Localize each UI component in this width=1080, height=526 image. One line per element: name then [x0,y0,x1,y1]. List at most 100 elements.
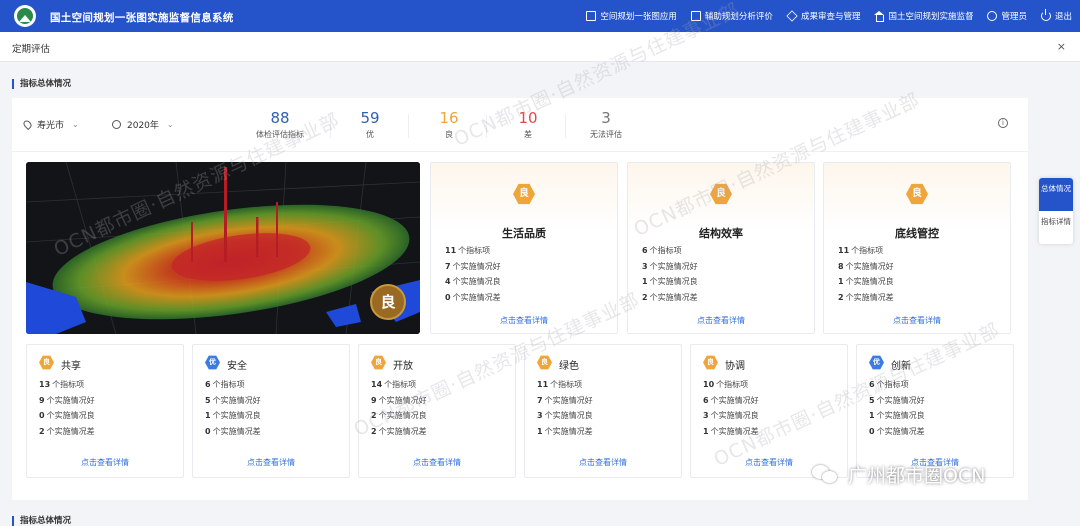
card-stats: 10 个指标项 6 个实施情况好 3 个实施情况良 1 个实施情况差 [703,377,759,439]
stat-label: 个实施情况良 [876,411,925,420]
stat-fair: 2 [371,411,377,420]
year-select[interactable]: 2020年 ⌄ [112,118,174,131]
stat-good: 5 [869,395,875,405]
nav-label: 辅助规划分析评价 [704,12,773,22]
divider [408,114,409,138]
city-3d-map[interactable]: 良 [26,162,420,334]
stat-label: 个实施情况良 [710,411,759,420]
stat-total: 11 [537,380,549,389]
kpi-excellent: 59 优 [335,110,405,140]
stat-label: 个指标项 [550,380,583,389]
card-stats: 11 个指标项 7 个实施情况好 4 个实施情况良 0 个实施情况差 [445,243,501,305]
stat-poor: 1 [703,426,709,436]
grade-hex-icon: 良 [513,183,535,205]
grade-hex-icon: 良 [703,355,718,370]
stat-poor: 1 [537,426,543,436]
stat-fair: 1 [205,411,211,420]
nav-label: 退出 [1054,12,1072,22]
view-details-link[interactable]: 点击查看详情 [359,457,515,468]
stat-label: 个实施情况差 [212,426,261,436]
divider [330,114,331,138]
info-icon[interactable]: i [998,118,1008,128]
nav-supervision[interactable]: 国土空间规划实施监督 [874,10,973,22]
card-title: 生活品质 [502,227,546,240]
map-icon [586,11,597,21]
view-details-link[interactable]: 点击查看详情 [27,457,183,468]
kpi-label: 无法评估 [590,130,622,139]
stat-fair: 3 [537,411,543,420]
divider [565,114,566,138]
card-stats: 6 个指标项 5 个实施情况好 1 个实施情况良 0 个实施情况差 [205,377,261,439]
stat-label: 个实施情况好 [212,395,261,405]
view-details-link[interactable]: 点击查看详情 [628,315,814,326]
stat-good: 8 [838,261,844,271]
dimension-card-life-quality: 良 生活品质 11 个指标项 7 个实施情况好 4 个实施情况良 0 个实施情况差 点击… [430,162,618,334]
stat-label: 个实施情况良 [544,411,593,420]
card-title: 开放 [393,361,413,372]
nav-label: 国土空间规划实施监督 [888,12,974,22]
stat-total: 11 [445,246,457,255]
stat-label: 个指标项 [52,380,85,389]
kpi-value: 16 [439,109,459,127]
nav-analysis[interactable]: 辅助规划分析评价 [690,10,773,22]
stat-total: 6 [642,246,648,255]
close-icon[interactable]: × [1057,40,1066,53]
stat-poor: 2 [39,426,45,436]
view-details-link[interactable]: 点击查看详情 [824,315,1010,326]
stat-fair: 1 [838,277,844,286]
side-tab-switcher: 总体情况 指标详情 [1039,178,1073,244]
nav-label: 空间规划一张图应用 [600,12,677,22]
cube-icon [786,10,798,22]
stat-label: 个指标项 [716,380,749,389]
card-title: 绿色 [559,361,579,372]
stat-label: 个实施情况良 [378,411,427,420]
nav-logout[interactable]: 退出 [1040,9,1072,22]
tab-periodic-evaluation[interactable]: 定期评估 [12,41,50,55]
view-details-link[interactable]: 点击查看详情 [431,315,617,326]
card-stats: 13 个指标项 9 个实施情况好 0 个实施情况良 2 个实施情况差 [39,377,95,439]
stat-total: 6 [205,380,211,389]
top-header: 国土空间规划一张图实施监督信息系统 空间规划一张图应用 辅助规划分析评价 成果审… [0,0,1080,32]
stat-good: 6 [703,395,709,405]
stat-label: 个指标项 [876,380,909,389]
stat-total: 14 [371,380,383,389]
nav-label: 成果审查与管理 [800,12,861,22]
stat-label: 个实施情况好 [845,261,894,271]
nav-review[interactable]: 成果审查与管理 [786,10,861,22]
card-stats: 11 个指标项 8 个实施情况好 1 个实施情况良 2 个实施情况差 [838,243,894,305]
top-nav: 空间规划一张图应用 辅助规划分析评价 成果审查与管理 国土空间规划实施监督 管理… [572,0,1072,32]
section-title: 指标总体情况 [12,516,71,526]
category-card-safety: 优 安全 6 个指标项 5 个实施情况好 1 个实施情况良 0 个实施情况差 点击查看详… [192,344,350,478]
chevron-down-icon: ⌄ [72,120,79,129]
stat-label: 个指标项 [649,246,682,255]
stat-good: 7 [537,395,543,405]
side-tab-overview[interactable]: 总体情况 [1039,178,1073,211]
view-details-link[interactable]: 点击查看详情 [193,457,349,468]
city-value: 寿光市 [37,121,65,131]
stat-label: 个实施情况差 [845,292,894,302]
category-card-coordination: 良 协调 10 个指标项 6 个实施情况好 3 个实施情况良 1 个实施情况差 点击查看… [690,344,848,478]
side-tab-indicator-details[interactable]: 指标详情 [1039,211,1073,244]
nav-label: 管理员 [1001,12,1027,22]
stat-label: 个实施情况差 [710,426,759,436]
view-details-link[interactable]: 点击查看详情 [525,457,681,468]
stat-label: 个实施情况差 [46,426,95,436]
dimension-card-structure-efficiency: 良 结构效率 6 个指标项 3 个实施情况好 1 个实施情况良 2 个实施情况差 点击查… [627,162,815,334]
emblem-logo [14,5,36,27]
grade-hex-icon: 良 [39,355,54,370]
heatmap-graphic [26,162,420,334]
kpi-value: 88 [270,109,290,127]
city-select[interactable]: 寿光市 ⌄ [21,118,79,131]
kpi-value: 59 [360,109,380,127]
kpi-label: 差 [524,130,532,139]
nav-map-app[interactable]: 空间规划一张图应用 [586,10,677,22]
stat-label: 个实施情况差 [452,292,501,302]
card-title: 协调 [725,361,745,372]
stat-label: 个实施情况良 [212,411,261,420]
nav-admin[interactable]: 管理员 [987,10,1027,22]
wechat-account-watermark: 广州都市圈OCN [812,461,985,488]
stat-poor: 0 [869,426,875,436]
stat-total: 13 [39,380,51,389]
stat-label: 个实施情况好 [378,395,427,405]
stat-good: 9 [371,395,377,405]
